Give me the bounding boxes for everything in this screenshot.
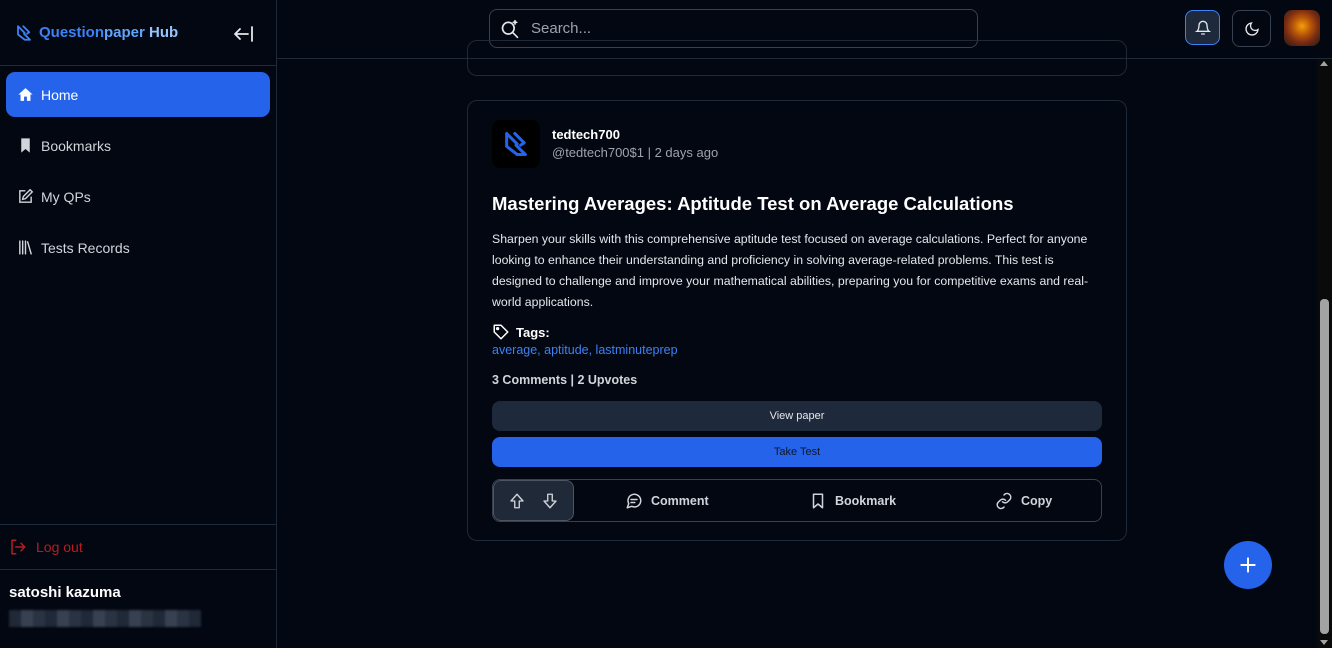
arrow-down-icon <box>543 493 557 508</box>
user-info: satoshi kazuma <box>9 584 201 627</box>
comment-icon <box>626 493 642 508</box>
comment-label: Comment <box>651 493 709 508</box>
redacted-email <box>9 610 201 627</box>
tag-icon <box>493 324 509 340</box>
post-actions: Comment Bookmark Copy <box>492 479 1102 522</box>
sidebar-item-tests-records[interactable]: Tests Records <box>6 225 270 270</box>
app-logo-icon <box>17 24 31 41</box>
sidebar-item-bookmarks[interactable]: Bookmarks <box>6 123 270 168</box>
take-test-button[interactable]: Take Test <box>492 437 1102 467</box>
view-paper-button[interactable]: View paper <box>492 401 1102 431</box>
link-icon <box>996 492 1012 509</box>
tags-label: Tags: <box>516 324 550 340</box>
notifications-button[interactable] <box>1185 10 1220 45</box>
search-input[interactable] <box>531 20 951 37</box>
post-meta: @tedtech700$1 | 2 days ago <box>552 145 719 160</box>
bookmark-icon <box>812 493 824 508</box>
create-qp-button[interactable] <box>1224 541 1272 589</box>
theme-toggle-button[interactable] <box>1232 10 1271 47</box>
logout-button[interactable]: Log out <box>0 524 276 570</box>
feed: tedtech700 @tedtech700$1 | 2 days ago Ma… <box>277 40 1317 648</box>
search-sparkle-icon <box>501 19 519 38</box>
comment-button[interactable]: Comment <box>625 480 709 521</box>
post-tags[interactable]: average, aptitude, lastminuteprep <box>492 343 678 357</box>
sidebar-item-label: Bookmarks <box>41 137 112 154</box>
upvote-button[interactable] <box>508 492 526 510</box>
library-icon <box>19 240 32 255</box>
scroll-down-arrow[interactable] <box>1320 640 1328 645</box>
sidebar-item-label: Home <box>41 86 79 103</box>
avatar[interactable] <box>1284 10 1320 46</box>
sidebar: Questionpaper Hub Home Bookmarks My QPs … <box>0 0 277 648</box>
moon-icon <box>1244 21 1259 36</box>
collapse-sidebar-button[interactable] <box>232 25 254 43</box>
scrollbar-thumb[interactable] <box>1320 299 1329 634</box>
post-author-avatar[interactable] <box>492 120 540 168</box>
vote-group <box>493 480 574 521</box>
logout-icon <box>11 539 26 555</box>
post-card: tedtech700 @tedtech700$1 | 2 days ago Ma… <box>467 100 1127 541</box>
edit-icon <box>19 188 34 203</box>
app-name: Questionpaper Hub <box>39 24 179 41</box>
app-logo-icon <box>505 131 527 157</box>
downvote-button[interactable] <box>541 492 559 510</box>
arrow-up-icon <box>510 493 524 508</box>
sidebar-item-home[interactable]: Home <box>6 72 270 117</box>
bell-icon <box>1194 20 1211 35</box>
bookmark-label: Bookmark <box>835 493 897 508</box>
sidebar-item-my-qps[interactable]: My QPs <box>6 174 270 219</box>
post-description: Sharpen your skills with this comprehens… <box>492 232 1089 309</box>
logout-label: Log out <box>36 539 83 555</box>
arrow-left-to-line-icon <box>234 26 253 42</box>
copy-button[interactable]: Copy <box>995 480 1052 521</box>
plus-icon <box>1240 557 1256 573</box>
scroll-up-arrow[interactable] <box>1320 61 1328 66</box>
home-icon <box>18 88 33 101</box>
sidebar-item-label: My QPs <box>41 188 91 205</box>
sidebar-item-label: Tests Records <box>41 239 130 256</box>
sidebar-nav: Home Bookmarks My QPs Tests Records <box>6 72 270 276</box>
scrollbar[interactable] <box>1317 59 1332 648</box>
post-title: Mastering Averages: Aptitude Test on Ave… <box>492 193 1014 214</box>
copy-label: Copy <box>1021 493 1053 508</box>
tags-header: Tags: <box>492 323 550 341</box>
bookmark-button[interactable]: Bookmark <box>809 480 896 521</box>
user-name: satoshi kazuma <box>9 584 121 601</box>
bookmark-icon <box>21 138 30 153</box>
post-stats: 3 Comments | 2 Upvotes <box>492 373 638 387</box>
post-author[interactable]: tedtech700 <box>552 127 620 142</box>
previous-post-card <box>467 40 1127 76</box>
